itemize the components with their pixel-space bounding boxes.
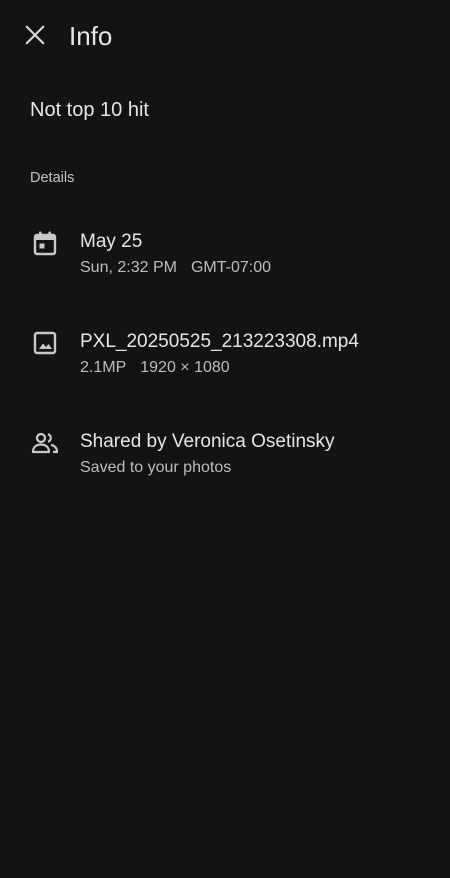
details-heading: Details <box>30 170 75 186</box>
sharing-row[interactable]: Shared by Veronica Osetinsky Saved to yo… <box>0 429 450 493</box>
saved-status: Saved to your photos <box>80 459 232 476</box>
close-button[interactable] <box>16 16 54 54</box>
file-name: PXL_20250525_213223308.mp4 <box>80 331 359 352</box>
app-bar: Info <box>0 0 450 72</box>
date-primary: May 25 <box>80 231 143 252</box>
people-icon <box>31 432 59 454</box>
file-megapixels: 2.1MP <box>80 359 127 376</box>
shared-by: Shared by Veronica Osetinsky <box>80 431 335 452</box>
calendar-icon <box>33 231 57 256</box>
close-icon <box>25 25 45 45</box>
image-icon <box>33 331 57 355</box>
date-timezone: GMT-07:00 <box>190 259 271 276</box>
date-row[interactable]: May 25 Sun, 2:32 PM GMT-07:00 <box>0 229 450 293</box>
file-row[interactable]: PXL_20250525_213223308.mp4 2.1MP 1920 × 1… <box>0 329 450 393</box>
date-time: Sun, 2:32 PM <box>80 259 177 276</box>
date-secondary: Sun, 2:32 PM GMT-07:00 <box>80 258 271 278</box>
page-title: Info <box>69 21 113 51</box>
file-meta: 2.1MP 1920 × 1080 <box>80 358 230 378</box>
file-resolution: 1920 × 1080 <box>140 359 230 376</box>
photo-caption[interactable]: Not top 10 hit <box>30 97 149 123</box>
